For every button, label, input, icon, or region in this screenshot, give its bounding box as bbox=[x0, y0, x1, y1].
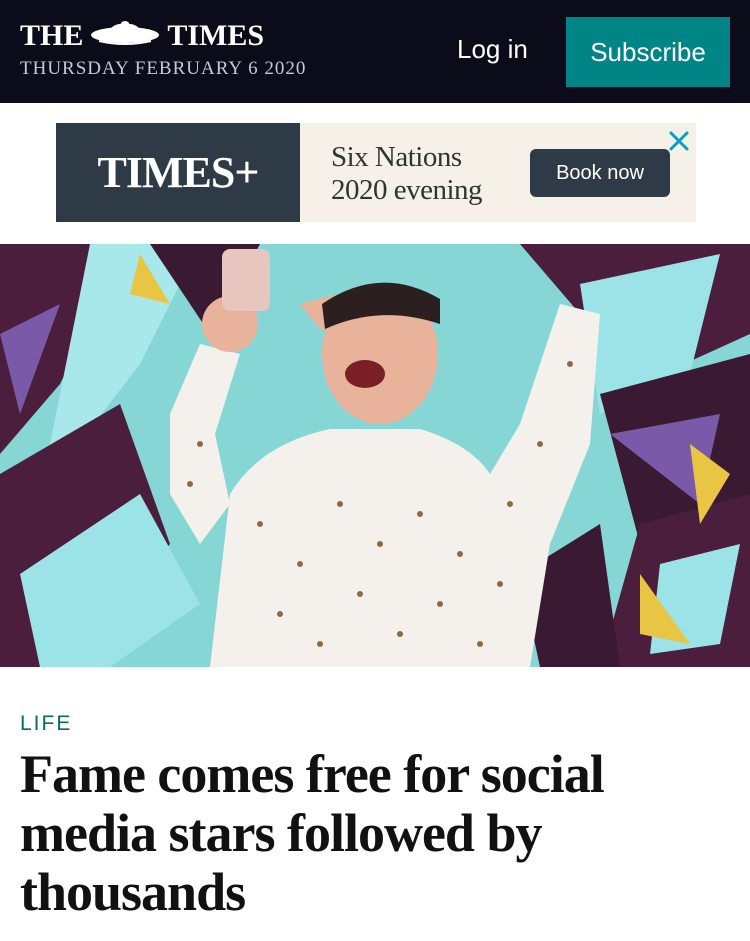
times-logo[interactable]: THE TIMES bbox=[20, 19, 264, 53]
times-plus-logo: TIMES+ bbox=[97, 148, 260, 197]
ad-copy-line1: Six Nations bbox=[331, 141, 462, 173]
hero-image[interactable] bbox=[0, 244, 750, 667]
article-headline: Fame comes free for social media stars f… bbox=[20, 744, 605, 922]
close-icon[interactable] bbox=[661, 123, 696, 158]
subscribe-button[interactable]: Subscribe bbox=[566, 17, 730, 87]
section-label[interactable]: LIFE bbox=[20, 712, 72, 736]
top-bar: THE TIMES THURSDAY FEBRUARY 6 2020 Log i… bbox=[0, 0, 750, 103]
brand-times: TIMES bbox=[167, 19, 265, 52]
edition-date: THURSDAY FEBRUARY 6 2020 bbox=[20, 58, 307, 79]
ad-copy-line2: 2020 evening bbox=[331, 174, 483, 206]
ad-banner[interactable]: TIMES+ Six Nations 2020 evening Book now bbox=[56, 123, 696, 222]
book-now-button[interactable]: Book now bbox=[530, 149, 670, 197]
ad-logo-panel: TIMES+ bbox=[56, 123, 300, 222]
login-link[interactable]: Log in bbox=[457, 34, 528, 65]
royal-crest-icon bbox=[87, 19, 163, 53]
ad-copy: Six Nations 2020 evening bbox=[331, 141, 483, 207]
brand-the: THE bbox=[20, 19, 84, 52]
